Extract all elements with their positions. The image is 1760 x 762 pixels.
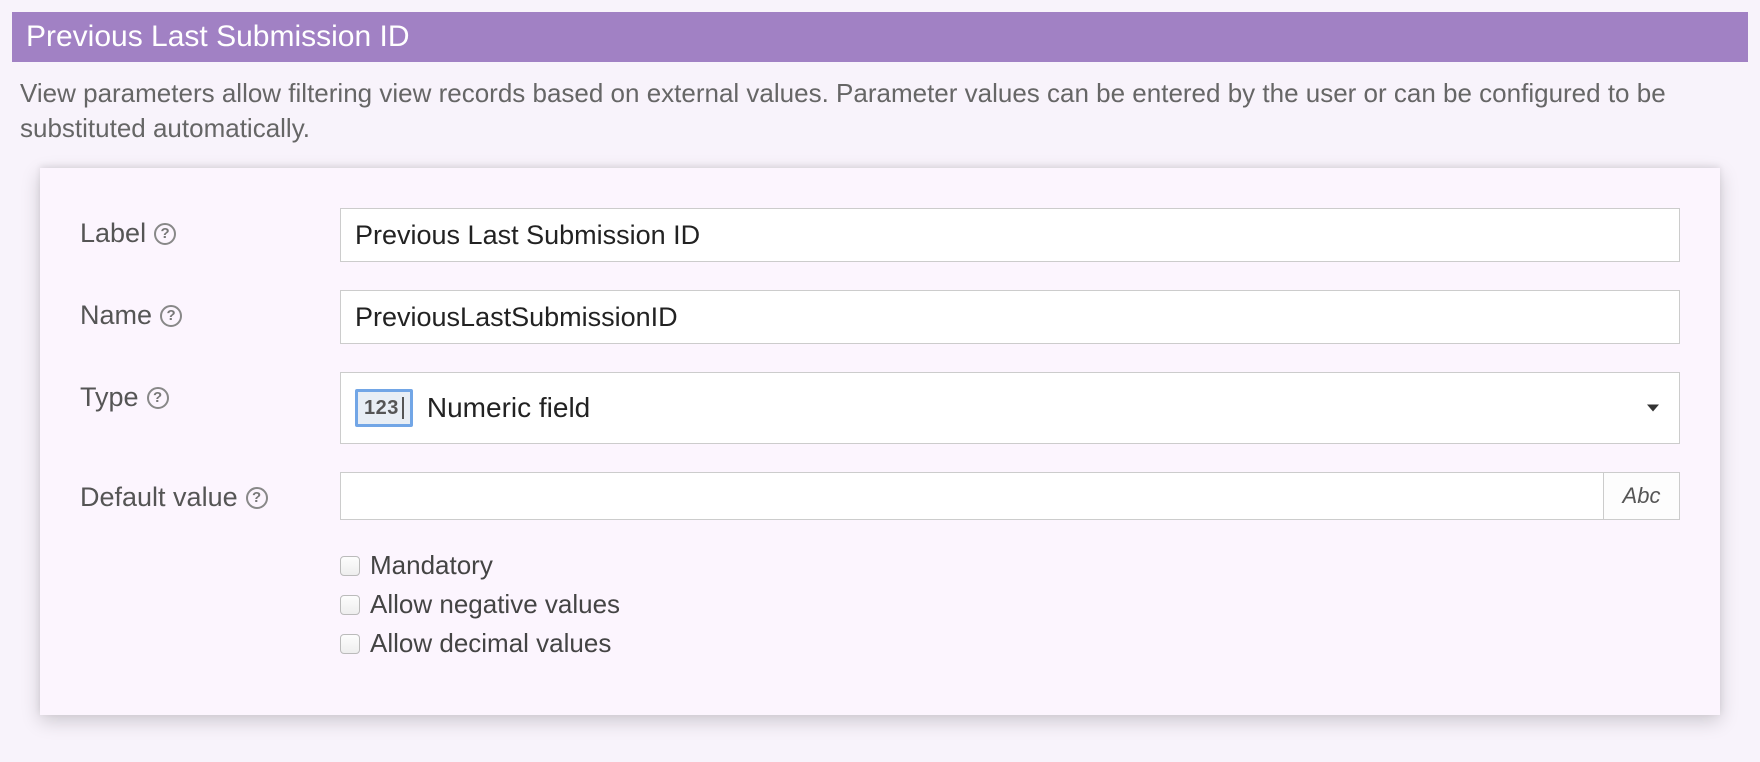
row-type: Type ? 123 Numeric field [80, 372, 1680, 444]
chevron-down-icon [1647, 405, 1659, 412]
allow-negative-checkbox[interactable] [340, 595, 360, 615]
name-input[interactable] [340, 290, 1680, 344]
abc-icon: Abc [1623, 483, 1661, 509]
label-input[interactable] [340, 208, 1680, 262]
default-input-wrap: Abc [340, 472, 1680, 520]
name-caption-wrap: Name ? [80, 290, 340, 331]
row-default-value: Default value ? Abc Mandatory Allow nega… [80, 472, 1680, 667]
label-caption-wrap: Label ? [80, 208, 340, 249]
mandatory-checkbox[interactable] [340, 556, 360, 576]
name-control [340, 290, 1680, 344]
help-icon[interactable]: ? [154, 223, 176, 245]
label-control [340, 208, 1680, 262]
allow-decimal-checkbox[interactable] [340, 634, 360, 654]
default-value-input[interactable] [340, 472, 1604, 520]
help-icon[interactable]: ? [246, 487, 268, 509]
type-select[interactable]: 123 Numeric field [340, 372, 1680, 444]
help-icon[interactable]: ? [147, 387, 169, 409]
checkbox-row-decimal: Allow decimal values [340, 628, 1680, 659]
checkbox-row-negative: Allow negative values [340, 589, 1680, 620]
type-caption: Type [80, 382, 139, 413]
type-icon-text: 123 [364, 397, 399, 420]
allow-decimal-label: Allow decimal values [370, 628, 611, 659]
type-selected-text: Numeric field [427, 392, 590, 424]
mandatory-label: Mandatory [370, 550, 493, 581]
label-caption: Label [80, 218, 146, 249]
numeric-field-icon: 123 [355, 389, 413, 427]
type-control: 123 Numeric field [340, 372, 1680, 444]
form-card: Label ? Name ? Type ? 123 Numeric field [40, 168, 1720, 715]
type-caption-wrap: Type ? [80, 372, 340, 413]
section-description: View parameters allow filtering view rec… [0, 62, 1760, 168]
checkbox-group: Mandatory Allow negative values Allow de… [340, 550, 1680, 659]
default-caption-wrap: Default value ? [80, 472, 340, 513]
allow-negative-label: Allow negative values [370, 589, 620, 620]
text-mode-button[interactable]: Abc [1604, 472, 1680, 520]
name-caption: Name [80, 300, 152, 331]
checkbox-row-mandatory: Mandatory [340, 550, 1680, 581]
help-icon[interactable]: ? [160, 305, 182, 327]
section-header: Previous Last Submission ID [12, 12, 1748, 62]
section-title: Previous Last Submission ID [26, 20, 410, 53]
row-name: Name ? [80, 290, 1680, 344]
row-label: Label ? [80, 208, 1680, 262]
default-control: Abc Mandatory Allow negative values Allo… [340, 472, 1680, 667]
default-caption: Default value [80, 482, 238, 513]
